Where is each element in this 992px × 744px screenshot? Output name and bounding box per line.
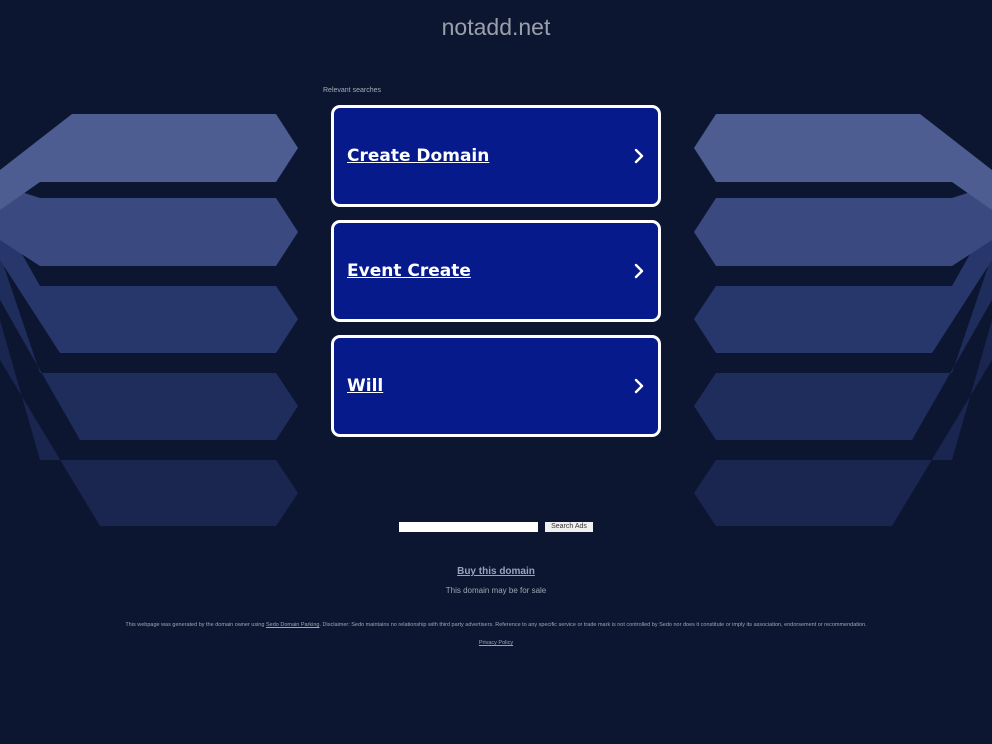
chevron-right-icon — [634, 378, 644, 394]
disclaimer-suffix: . Disclaimer: Sedo maintains no relation… — [319, 622, 867, 628]
privacy-container: Privacy Policy — [0, 640, 992, 646]
bg-shape-right-2 — [694, 185, 992, 266]
privacy-policy-link[interactable]: Privacy Policy — [479, 640, 513, 646]
buy-domain-container: Buy this domain — [0, 566, 992, 577]
search-link-label[interactable]: Create Domain — [347, 146, 489, 166]
chevron-right-icon — [634, 148, 644, 164]
disclaimer: This webpage was generated by the domain… — [0, 622, 992, 628]
bg-shape-left-2 — [0, 185, 298, 266]
parking-page: notadd.net Relevant searches Create Doma… — [0, 0, 992, 744]
bg-shape-right-1 — [694, 114, 992, 210]
search-bar: Search Ads — [0, 522, 992, 532]
relevant-searches-label: Relevant searches — [323, 87, 381, 94]
disclaimer-prefix: This webpage was generated by the domain… — [125, 622, 266, 628]
buy-domain-link[interactable]: Buy this domain — [457, 566, 535, 577]
domain-title: notadd.net — [441, 14, 551, 40]
bg-shape-left-1 — [0, 114, 298, 210]
sedo-parking-link[interactable]: Sedo Domain Parking — [266, 622, 320, 628]
search-link-create-domain[interactable]: Create Domain — [331, 105, 661, 207]
search-link-event-create[interactable]: Event Create — [331, 220, 661, 322]
search-ads-button[interactable]: Search Ads — [545, 522, 593, 532]
search-input[interactable] — [399, 522, 538, 532]
search-link-label[interactable]: Event Create — [347, 261, 471, 281]
search-link-label[interactable]: Will — [347, 376, 383, 396]
chevron-right-icon — [634, 263, 644, 279]
for-sale-text: This domain may be for sale — [445, 586, 547, 595]
search-link-will[interactable]: Will — [331, 335, 661, 437]
